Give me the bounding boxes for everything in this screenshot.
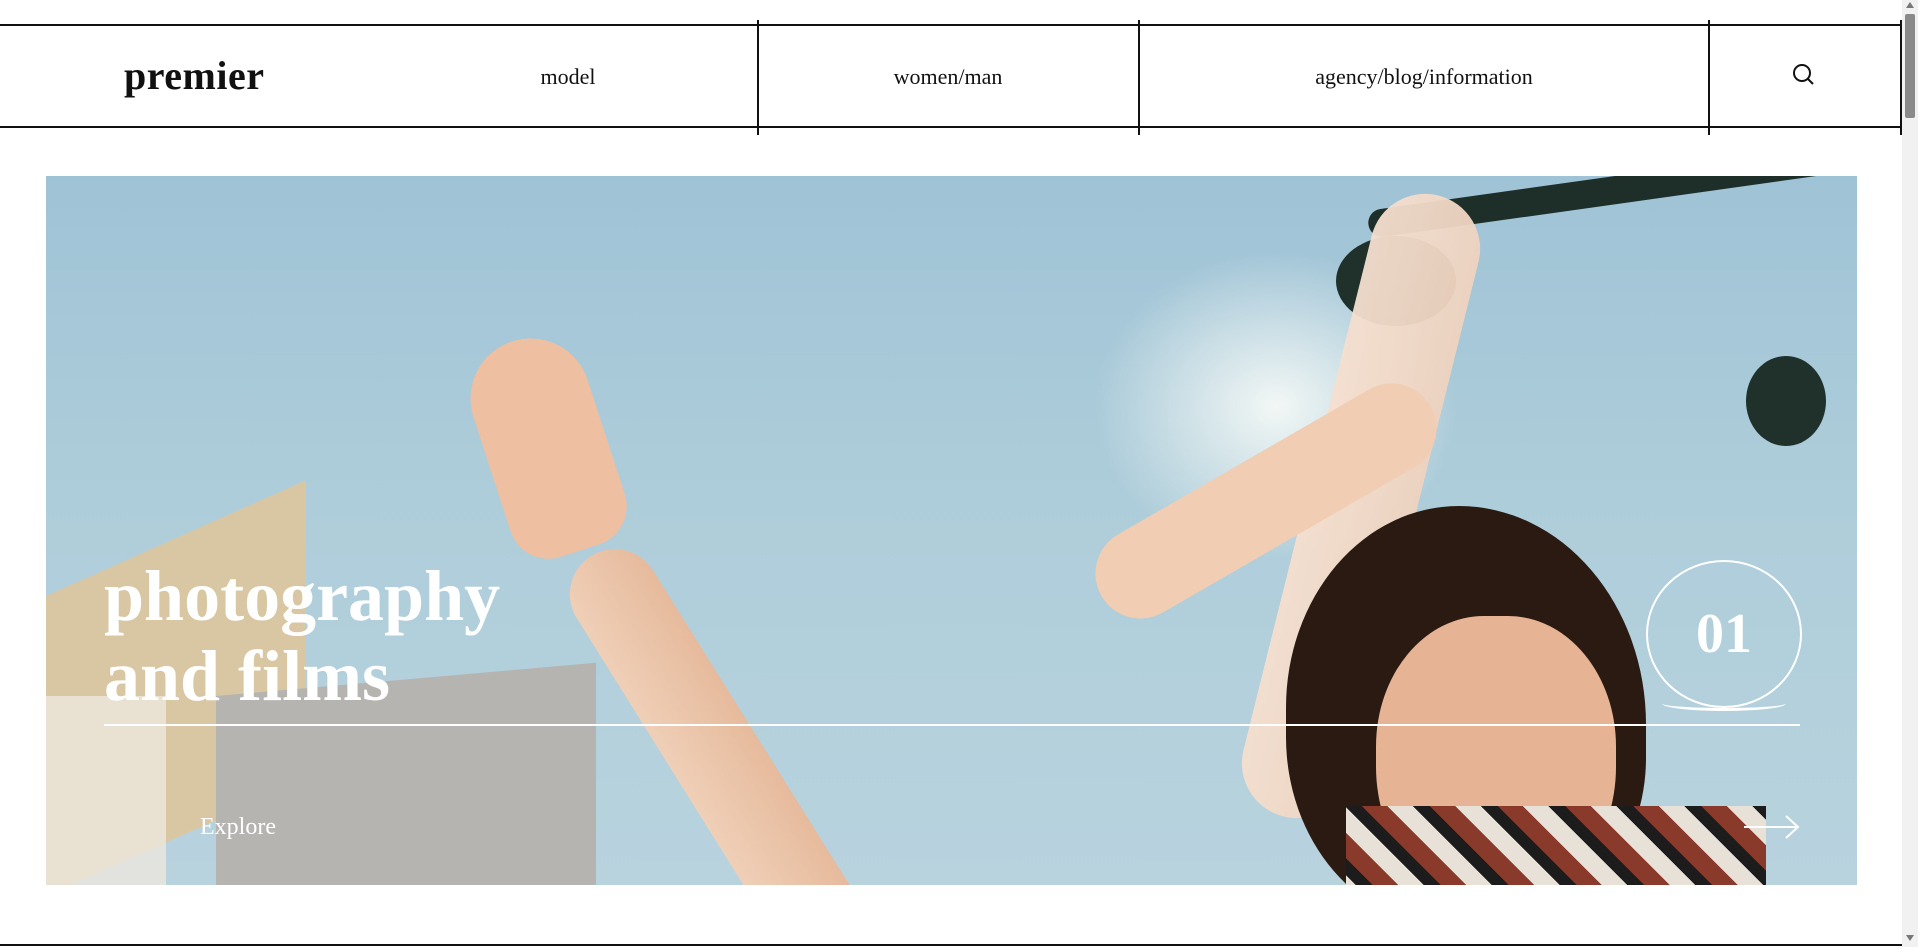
arrow-right-icon: [1742, 815, 1802, 846]
header-top-border: [0, 24, 1902, 26]
hero-image-hand: [454, 322, 638, 570]
nav-item-women-man[interactable]: women/man: [788, 64, 1108, 90]
search-button[interactable]: [1708, 26, 1900, 128]
explore-link[interactable]: Explore: [200, 814, 276, 841]
hero-banner: photography and films 01 Explore: [46, 176, 1857, 885]
hero-image-shirt: [1346, 806, 1766, 885]
site-logo[interactable]: premier: [124, 52, 264, 99]
hero-image-arm: [552, 532, 879, 885]
hero-title: photography and films: [104, 556, 501, 716]
nav-divider: [1138, 20, 1140, 135]
slide-number: 01: [1696, 603, 1752, 665]
hero-divider: [104, 724, 1800, 726]
nav-item-model[interactable]: model: [458, 64, 678, 90]
scrollbar-thumb[interactable]: [1905, 14, 1915, 118]
scroll-down-arrow-icon[interactable]: [1906, 935, 1914, 941]
nav-divider: [757, 20, 759, 135]
nav-item-agency-blog-information[interactable]: agency/blog/information: [1180, 64, 1668, 90]
search-icon: [1791, 62, 1817, 93]
next-arrow-button[interactable]: [1742, 812, 1802, 842]
slide-number-badge: 01: [1646, 560, 1802, 711]
scroll-up-arrow-icon[interactable]: [1906, 2, 1914, 8]
page-bottom-border: [0, 944, 1902, 946]
header-bottom-border: [0, 126, 1902, 128]
hero-image-lamp: [1746, 356, 1826, 446]
vertical-scrollbar[interactable]: [1902, 0, 1918, 947]
